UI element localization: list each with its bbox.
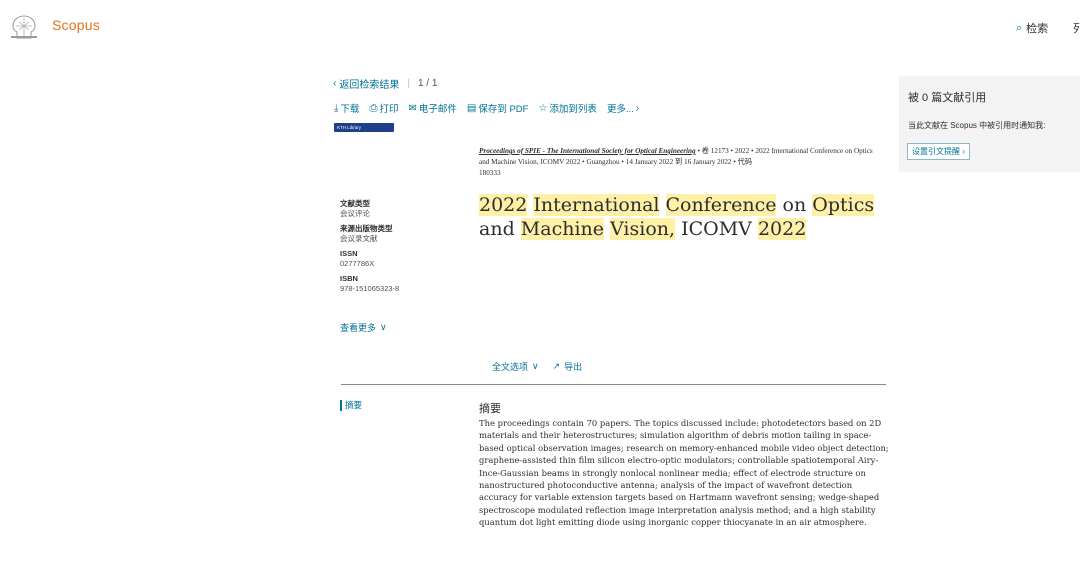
export-icon: ↗ xyxy=(552,361,561,371)
library-link-badge[interactable]: KTH Library xyxy=(334,123,394,132)
document-metadata: 文献类型 会议评论 来源出版物类型 会议录文献 ISSN 0277786X IS… xyxy=(340,199,460,299)
fulltext-options-label: 全文选项 xyxy=(492,362,529,372)
title-word: International xyxy=(533,194,660,216)
volume: 卷 12173 xyxy=(701,147,729,155)
title-word: Machine xyxy=(520,218,604,240)
set-citation-alert-label: 设置引文提醒 xyxy=(912,147,960,156)
source-type-label: 来源出版物类型 xyxy=(340,224,393,233)
doc-type-value: 会议评论 xyxy=(340,209,370,218)
cited-by-title: 被 0 篇文献引用 xyxy=(908,92,987,104)
fulltext-options-button[interactable]: 全文选项 ∨ xyxy=(492,360,539,373)
email-icon: ✉ xyxy=(408,102,417,114)
location: Guangzhou xyxy=(586,158,620,166)
isbn-value: 978-151065323-8 xyxy=(340,284,400,293)
print-label: 打印 xyxy=(379,104,399,115)
email-button[interactable]: ✉ 电子邮件 xyxy=(408,101,457,116)
print-icon: ⎙ xyxy=(369,102,378,114)
title-word: 2022 xyxy=(757,218,807,240)
save-pdf-button[interactable]: ▤ 保存到 PDF xyxy=(466,101,529,116)
star-icon: ☆ xyxy=(538,102,548,114)
title-word: Vision, xyxy=(610,218,676,240)
back-bar: ‹ 返回检索结果 | 1 / 1 xyxy=(333,76,437,91)
search-label: 检索 xyxy=(1026,23,1049,35)
save-pdf-label: 保存到 PDF xyxy=(478,104,529,115)
download-label: 下载 xyxy=(340,104,360,115)
lists-link[interactable]: 列 xyxy=(1073,20,1080,36)
view-more-link[interactable]: 查看更多 ∨ xyxy=(340,321,387,334)
scopus-brand[interactable]: Scopus xyxy=(52,17,100,33)
fulltext-row: 全文选项 ∨ ↗ 导出 xyxy=(492,360,582,373)
title-word: on xyxy=(782,194,807,216)
action-bar: ⤓ 下载 ⎙ 打印 ✉ 电子邮件 ▤ 保存到 PDF ☆ 添加到列表 更多...… xyxy=(334,101,640,116)
elsevier-logo-icon[interactable] xyxy=(7,12,41,40)
pdf-icon: ▤ xyxy=(466,102,477,114)
search-link[interactable]: ⌕ 检索 xyxy=(1016,20,1048,36)
citation-alert-note: 当此文献在 Scopus 中被引用时通知我: xyxy=(908,121,1046,130)
issn-value: 0277786X xyxy=(340,259,375,268)
search-icon: ⌕ xyxy=(1016,21,1023,34)
dates: 14 January 2022 到 16 January 2022 xyxy=(625,158,732,166)
more-button[interactable]: 更多... › xyxy=(606,101,640,116)
document-title: 2022 International Conference on Optics … xyxy=(479,193,889,241)
code: 180333 xyxy=(479,169,501,177)
download-button[interactable]: ⤓ 下载 xyxy=(334,101,360,116)
title-word: ICOMV xyxy=(681,218,752,240)
set-citation-alert-button[interactable]: 设置引文提醒 › xyxy=(907,143,970,160)
divider: | xyxy=(407,78,410,89)
chevron-left-icon: ‹ xyxy=(333,78,337,89)
export-label: 导出 xyxy=(564,362,583,372)
more-label: 更多... xyxy=(606,104,634,115)
title-word: Conference xyxy=(665,194,777,216)
email-label: 电子邮件 xyxy=(418,104,457,115)
chevron-down-icon: ∨ xyxy=(380,322,387,332)
chevron-right-icon: › xyxy=(962,147,965,156)
section-divider xyxy=(341,384,886,385)
download-icon: ⤓ xyxy=(334,102,339,114)
chevron-down-icon: ∨ xyxy=(532,361,539,371)
add-to-list-button[interactable]: ☆ 添加到列表 xyxy=(538,101,597,116)
year: 2022 xyxy=(734,147,750,155)
abstract-heading: 摘要 xyxy=(479,403,501,415)
print-button[interactable]: ⎙ 打印 xyxy=(369,101,399,116)
title-word: Optics xyxy=(812,194,875,216)
abstract-nav-link[interactable]: 摘要 xyxy=(340,400,362,411)
source-type-value: 会议录文献 xyxy=(340,234,378,243)
title-word: and xyxy=(479,218,515,240)
issn-label: ISSN xyxy=(340,249,358,258)
chevron-right-icon: › xyxy=(635,102,640,114)
source-info: Proceedings of SPIE - The International … xyxy=(479,146,884,179)
pager: 1 / 1 xyxy=(417,78,438,89)
abstract-text: The proceedings contain 70 papers. The t… xyxy=(479,418,889,528)
export-button[interactable]: ↗ 导出 xyxy=(553,360,583,373)
add-list-label: 添加到列表 xyxy=(549,104,597,115)
title-word: 2022 xyxy=(479,194,528,216)
isbn-label: ISBN xyxy=(340,274,358,283)
code-label: 代码 xyxy=(737,158,753,166)
journal-link[interactable]: Proceedings of SPIE - The International … xyxy=(479,147,696,155)
doc-type-label: 文献类型 xyxy=(340,199,370,208)
back-to-results-link[interactable]: 返回检索结果 xyxy=(339,76,399,91)
view-more-label: 查看更多 xyxy=(340,323,377,333)
